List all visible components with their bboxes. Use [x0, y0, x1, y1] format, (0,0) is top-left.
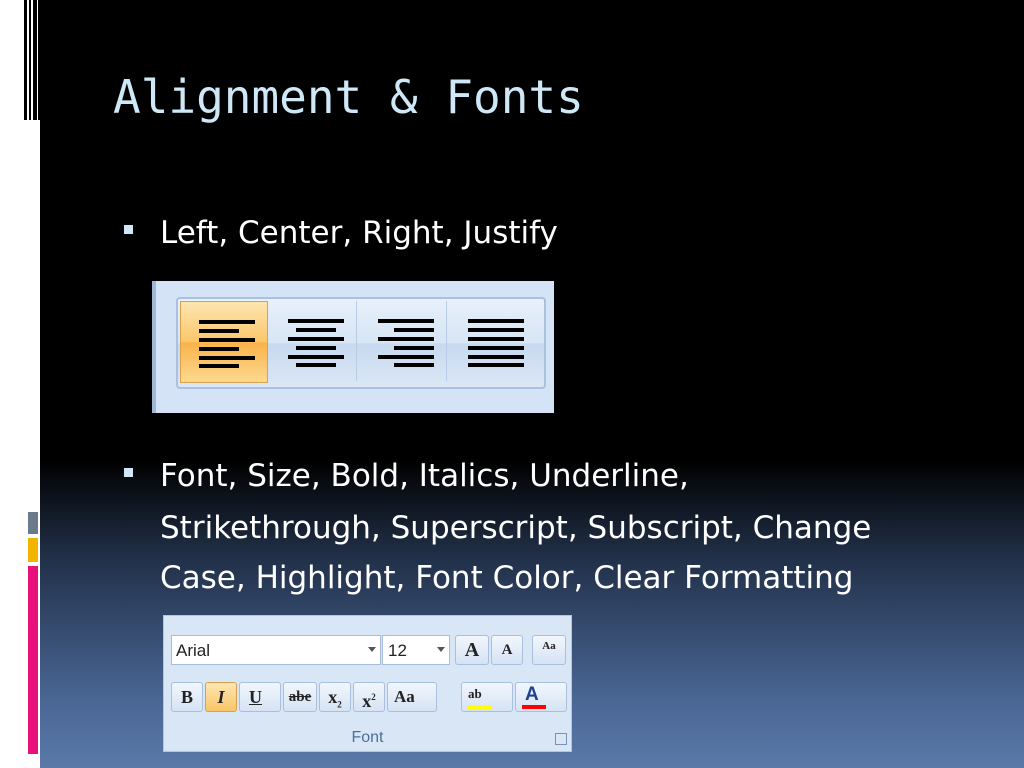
font-size-value: 12: [388, 641, 407, 660]
chevron-down-icon: [368, 647, 376, 652]
change-case-button[interactable]: Aa: [387, 682, 437, 712]
left-decorative-strip: [0, 0, 40, 768]
shrink-font-icon: A: [501, 642, 513, 658]
bullet-marker: [124, 225, 133, 234]
highlight-icon: ab: [468, 686, 482, 701]
justify-icon: [468, 319, 524, 367]
font-color-bar: [522, 705, 546, 709]
font-color-icon: A: [525, 684, 539, 705]
shrink-font-button[interactable]: A: [491, 635, 523, 665]
superscript-icon: x: [362, 691, 372, 711]
alignment-button-group: [176, 297, 546, 389]
italic-button[interactable]: I: [205, 682, 237, 712]
align-center-icon: [288, 319, 344, 367]
grow-font-icon: A: [464, 639, 480, 661]
align-right-icon: [378, 319, 434, 367]
align-left-icon: [199, 320, 255, 368]
superscript-button[interactable]: x2: [353, 682, 385, 712]
font-color-button[interactable]: A: [515, 682, 567, 712]
accent-pink: [28, 566, 38, 754]
bullet-alignment: Left, Center, Right, Justify: [160, 215, 558, 251]
dialog-launcher-icon[interactable]: [555, 733, 567, 745]
clear-formatting-button[interactable]: Aa: [532, 635, 566, 665]
strikethrough-icon: abe: [288, 689, 312, 705]
barcode-decoration: [24, 0, 40, 120]
bold-icon: B: [180, 687, 193, 707]
clear-formatting-icon: Aa: [542, 640, 556, 652]
strikethrough-button[interactable]: abe: [283, 682, 317, 712]
align-left-button[interactable]: [180, 301, 268, 383]
chevron-down-icon: [437, 647, 445, 652]
bold-button[interactable]: B: [171, 682, 203, 712]
font-name-dropdown[interactable]: Arial: [171, 635, 381, 665]
bullet-font-line-2: Strikethrough, Superscript, Subscript, C…: [160, 510, 872, 546]
accent-yellow: [28, 538, 38, 562]
underline-button[interactable]: U: [239, 682, 281, 712]
align-right-button[interactable]: [360, 301, 447, 381]
font-group-label: Font: [351, 729, 384, 746]
italic-icon: I: [217, 687, 225, 707]
bullet-font-line-1: Font, Size, Bold, Italics, Underline,: [160, 458, 689, 494]
font-ribbon-group: Arial 12 A A Aa B I U abe x2 x2 Aa ab A …: [163, 615, 572, 752]
highlight-color-bar: [467, 705, 491, 709]
align-center-button[interactable]: [270, 301, 357, 381]
slide-title: Alignment & Fonts: [113, 70, 584, 124]
change-case-icon: Aa: [394, 687, 415, 706]
accent-gray: [28, 512, 38, 534]
font-name-value: Arial: [176, 641, 211, 660]
superscript-mark: 2: [371, 692, 376, 702]
justify-button[interactable]: [450, 301, 536, 381]
subscript-icon: x: [328, 687, 338, 707]
highlight-button[interactable]: ab: [461, 682, 513, 712]
bullet-marker: [124, 468, 133, 477]
grow-font-button[interactable]: A: [455, 635, 489, 665]
font-size-dropdown[interactable]: 12: [382, 635, 450, 665]
subscript-mark: 2: [337, 699, 342, 710]
alignment-toolbar: [152, 281, 554, 413]
subscript-button[interactable]: x2: [319, 682, 351, 712]
bullet-font-line-3: Case, Highlight, Font Color, Clear Forma…: [160, 560, 854, 596]
underline-icon: U: [249, 687, 262, 707]
